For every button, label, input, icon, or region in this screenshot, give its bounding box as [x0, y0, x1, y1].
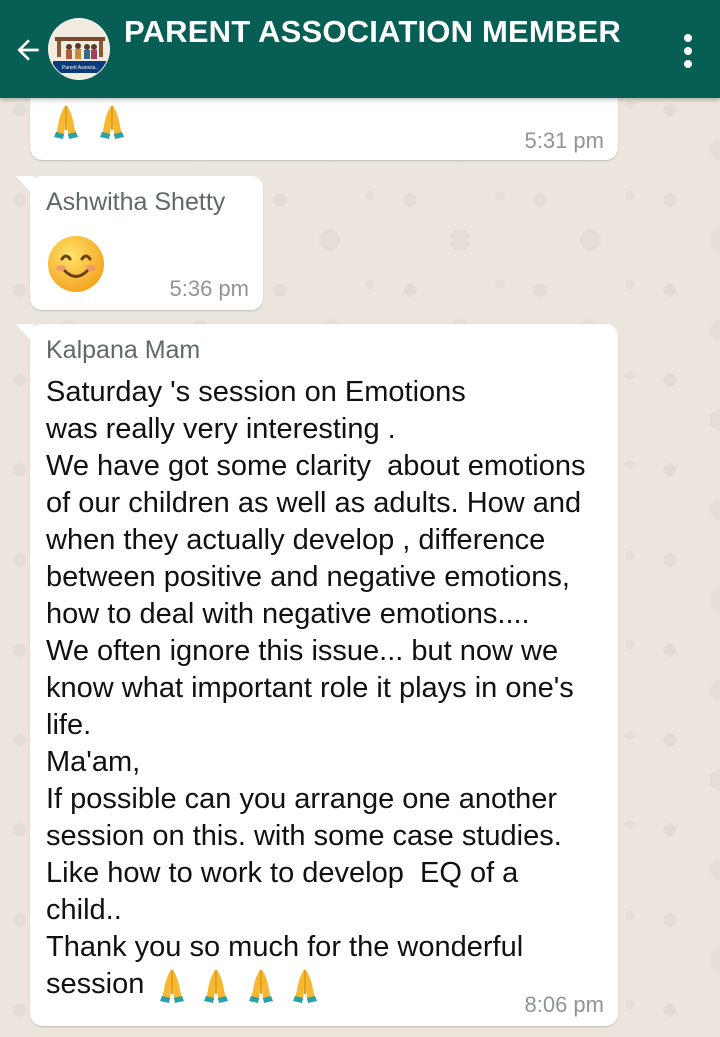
folded-hands-emoji: [293, 970, 318, 1003]
message-bubble[interactable]: Ashwitha Shetty 5:36 pm: [16, 176, 263, 310]
sender-name: Ashwitha Shetty: [46, 188, 226, 216]
message-time: 5:31 pm: [524, 128, 605, 153]
message-time: 8:06 pm: [524, 992, 605, 1017]
folded-hands-emoji: [160, 970, 184, 1003]
more-vertical-icon: [684, 34, 692, 42]
chat-header: Parent Associa.. PARENT ASSOCIATION MEMB…: [0, 0, 720, 98]
message-bubble[interactable]: Kalpana Mam Saturday 's session on Emoti…: [16, 324, 618, 1026]
message-emojis: [156, 968, 321, 1004]
arrow-left-icon: [17, 39, 39, 61]
folded-hands-emoji: [204, 970, 229, 1003]
folded-hands-emoji: [100, 106, 125, 139]
avatar-caption: Parent Associa..: [62, 65, 98, 71]
group-photo-image: Parent Associa..: [49, 19, 109, 79]
more-options-button[interactable]: [682, 34, 694, 68]
folded-hands-emoji: [54, 106, 78, 139]
message-time: 5:36 pm: [169, 276, 250, 301]
message-emojis: [46, 234, 106, 294]
back-button[interactable]: [8, 30, 48, 70]
chat-title[interactable]: PARENT ASSOCIATION MEMBER: [124, 14, 621, 50]
folded-hands-emoji: [248, 970, 273, 1003]
group-avatar[interactable]: Parent Associa..: [48, 18, 110, 80]
sender-name: Kalpana Mam: [46, 336, 201, 364]
message-emojis: [50, 104, 128, 140]
smiling-face-emoji: [48, 236, 104, 292]
message-text: Saturday 's session on Emotions was real…: [46, 376, 586, 1000]
